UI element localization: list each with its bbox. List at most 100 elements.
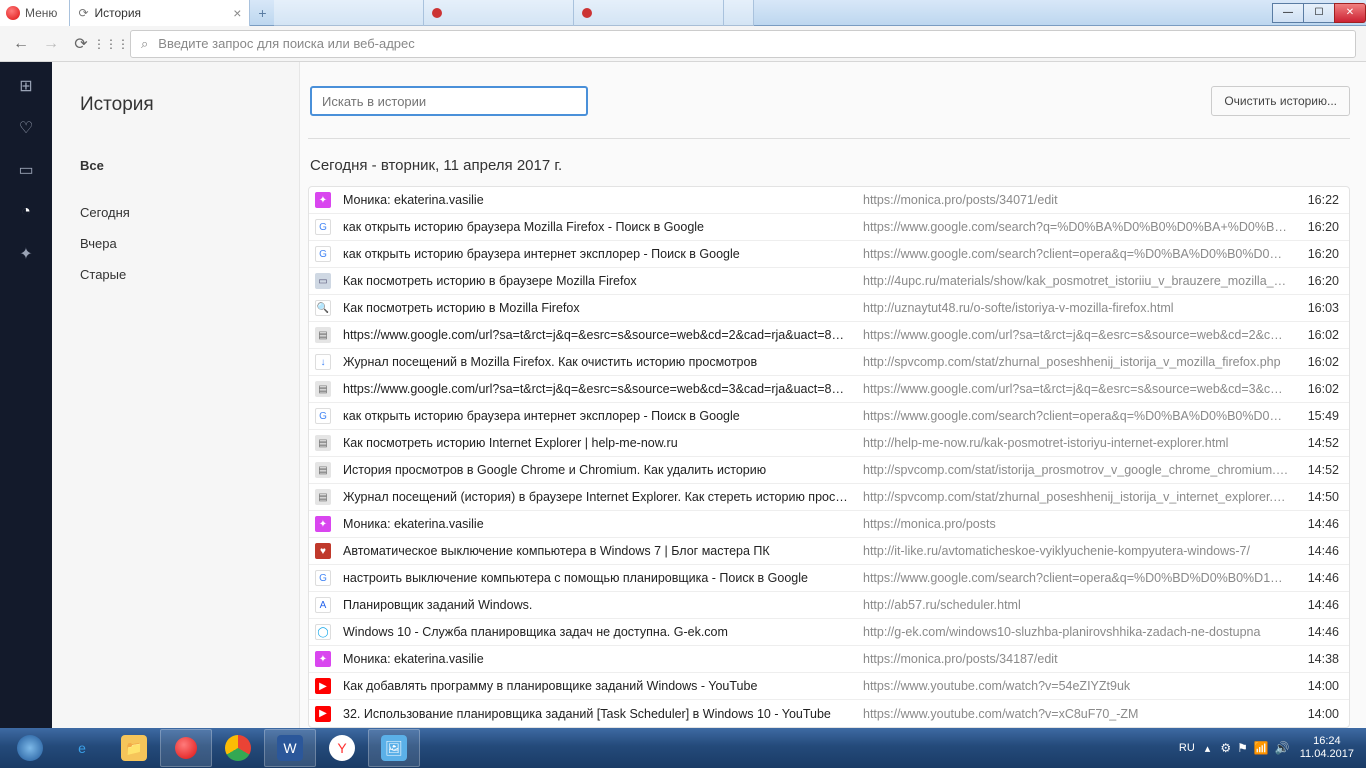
entry-url: https://monica.pro/posts/34187/edit [863,652,1289,666]
entry-title: Моника: ekaterina.vasilie [343,193,863,207]
forward-button[interactable]: → [40,33,62,55]
history-entry[interactable]: ✦Моника: ekaterina.vasiliehttps://monica… [309,511,1349,538]
tab-close-icon[interactable]: × [233,5,241,21]
tray-language[interactable]: RU [1179,742,1195,754]
entry-url: https://www.google.com/url?sa=t&rct=j&q=… [863,328,1289,342]
menu-button[interactable]: Меню [0,0,70,26]
entry-title: Как посмотреть историю в браузере Mozill… [343,274,863,288]
entry-title: Журнал посещений в Mozilla Firefox. Как … [343,355,863,369]
tab-inactive[interactable] [574,0,724,26]
history-sidebar: История Все Сегодня Вчера Старые [52,62,300,728]
entry-title: Автоматическое выключение компьютера в W… [343,544,863,558]
history-entry[interactable]: ◯ Windows 10 - Служба планировщика задач … [309,619,1349,646]
tray-volume-icon[interactable]: 🔊 [1275,741,1290,755]
favicon: G [315,219,331,235]
favicon: ◯ [315,624,331,640]
entry-title: https://www.google.com/url?sa=t&rct=j&q=… [343,328,863,342]
history-entry[interactable]: Gкак открыть историю браузера интернет э… [309,241,1349,268]
titlebar: Меню ⟳ История × + — ☐ ✕ [0,0,1366,26]
favicon: ▤ [315,381,331,397]
entry-url: http://ab57.ru/scheduler.html [863,598,1289,612]
tab-active[interactable]: ⟳ История × [70,0,250,26]
history-entry[interactable]: AПланировщик заданий Windows.http://ab57… [309,592,1349,619]
history-entry[interactable]: ▶Как добавлять программу в планировщике … [309,673,1349,700]
taskbar-yandex[interactable]: Y [316,729,368,767]
menu-label: Меню [25,6,57,20]
history-entry[interactable]: Gнастроить выключение компьютера с помощ… [309,565,1349,592]
rail-news-icon[interactable]: ▭ [16,160,36,180]
entry-url: http://4upc.ru/materials/show/kak_posmot… [863,274,1289,288]
entry-title: Как добавлять программу в планировщике з… [343,679,863,693]
taskbar-chrome[interactable] [212,729,264,767]
entry-title: Windows 10 - Служба планировщика задач н… [343,625,863,639]
history-entry[interactable]: ↓Журнал посещений в Mozilla Firefox. Как… [309,349,1349,376]
history-icon: ⟳ [78,6,88,20]
tab-inactive[interactable] [724,0,754,26]
entry-url: https://monica.pro/posts/34071/edit [863,193,1289,207]
clear-history-button[interactable]: Очистить историю... [1211,86,1350,116]
address-bar[interactable]: ⌕ Введите запрос для поиска или веб-адре… [130,30,1356,58]
back-button[interactable]: ← [10,33,32,55]
entry-title: как открыть историю браузера Mozilla Fir… [343,220,863,234]
tray-flag-icon[interactable]: ⚑ [1237,741,1248,755]
history-entry[interactable]: ▤История просмотров в Google Chrome и Ch… [309,457,1349,484]
rail-bookmarks-icon[interactable]: ♡ [16,118,36,138]
history-entry[interactable]: 🔍Как посмотреть историю в Mozilla Firefo… [309,295,1349,322]
history-entry[interactable]: ▤https://www.google.com/url?sa=t&rct=j&q… [309,376,1349,403]
rail-speed-dial-icon[interactable]: ⊞ [16,76,36,96]
entry-time: 14:38 [1289,652,1339,666]
speed-dial-button[interactable]: ⋮⋮⋮ [100,33,122,55]
tray-icon[interactable]: ⚙ [1220,741,1231,755]
entry-time: 14:46 [1289,571,1339,585]
history-entry[interactable]: Gкак открыть историю браузера Mozilla Fi… [309,214,1349,241]
history-entry[interactable]: ▤Журнал посещений (история) в браузере I… [309,484,1349,511]
tray-chevron-icon[interactable]: ▴ [1205,742,1211,755]
history-entry[interactable]: ▶32. Использование планировщика заданий … [309,700,1349,727]
favicon: ▤ [315,327,331,343]
entry-title: Моника: ekaterina.vasilie [343,517,863,531]
favicon: 🔍 [315,300,331,316]
reload-button[interactable]: ⟳ [70,33,92,55]
minimize-button[interactable]: — [1272,3,1304,23]
sidebar-item-today[interactable]: Сегодня [80,197,299,228]
tab-inactive[interactable] [274,0,424,26]
taskbar-word[interactable]: W [264,729,316,767]
history-entry[interactable]: ♥Автоматическое выключение компьютера в … [309,538,1349,565]
history-entry[interactable]: Gкак открыть историю браузера интернет э… [309,403,1349,430]
sidebar-item-yesterday[interactable]: Вчера [80,228,299,259]
history-entry[interactable]: ▭Как посмотреть историю в браузере Mozil… [309,268,1349,295]
start-button[interactable] [4,729,56,767]
entry-url: http://spvcomp.com/stat/zhurnal_poseshhe… [863,355,1289,369]
entry-title: История просмотров в Google Chrome и Chr… [343,463,863,477]
rail-extensions-icon[interactable]: ✦ [16,244,36,264]
taskbar-ie[interactable]: e [56,729,108,767]
entry-time: 14:50 [1289,490,1339,504]
tray-clock[interactable]: 16:24 11.04.2017 [1300,735,1354,761]
taskbar-opera[interactable] [160,729,212,767]
search-icon: ⌕ [141,36,148,52]
entry-title: Планировщик заданий Windows. [343,598,863,612]
tray-network-icon[interactable]: 📶 [1254,741,1269,755]
sidebar-item-all[interactable]: Все [80,150,299,181]
taskbar-photos[interactable]: 🖼 [368,729,420,767]
entry-title: Моника: ekaterina.vasilie [343,652,863,666]
history-entry[interactable]: ▤Как посмотреть историю Internet Explore… [309,430,1349,457]
new-tab-button[interactable]: + [250,3,274,23]
taskbar-explorer[interactable]: 📁 [108,729,160,767]
entry-url: https://monica.pro/posts [863,517,1289,531]
sidebar-item-older[interactable]: Старые [80,259,299,290]
tab-inactive[interactable] [424,0,574,26]
entry-time: 15:49 [1289,409,1339,423]
rail-history-icon[interactable]: ◔ [16,202,36,222]
history-entry[interactable]: ✦Моника: ekaterina.vasiliehttps://monica… [309,646,1349,673]
entry-url: https://www.google.com/search?client=ope… [863,571,1289,585]
history-entry[interactable]: ▤ https://www.google.com/url?sa=t&rct=j&q… [309,322,1349,349]
favicon: G [315,570,331,586]
maximize-button[interactable]: ☐ [1303,3,1335,23]
entry-time: 14:52 [1289,436,1339,450]
history-search-input[interactable] [310,86,588,116]
history-entry[interactable]: ✦Моника: ekaterina.vasiliehttps://monica… [309,187,1349,214]
close-button[interactable]: ✕ [1334,3,1366,23]
day-heading: Сегодня - вторник, 11 апреля 2017 г. [308,157,1350,174]
entry-title: Журнал посещений (история) в браузере In… [343,490,863,504]
